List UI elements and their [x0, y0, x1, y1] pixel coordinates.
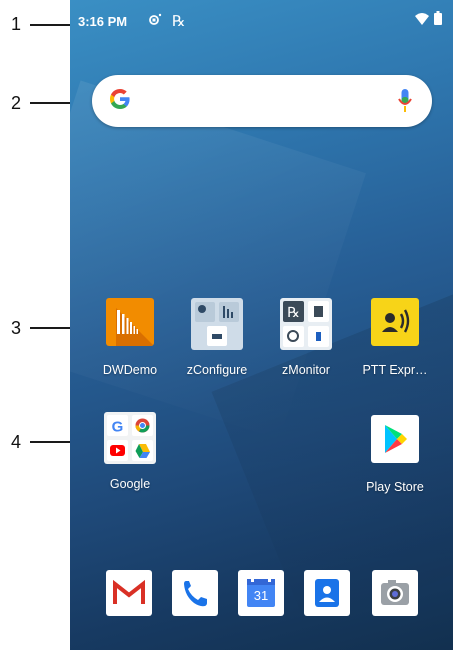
- app-ptt-express[interactable]: PTT Expr…: [355, 298, 435, 377]
- zconfigure-icon: [191, 298, 243, 350]
- svg-text:℞: ℞: [287, 305, 300, 321]
- gmail-icon[interactable]: [106, 570, 152, 616]
- nfc-icon: [148, 12, 162, 31]
- calendar-day: 31: [253, 588, 269, 603]
- app-label: DWDemo: [102, 363, 158, 377]
- battery-icon: [434, 11, 442, 28]
- callout-4: 4: [10, 432, 21, 452]
- status-time: 3:16 PM: [78, 14, 128, 29]
- home-screen: 3:16 PM ℞ DWDemo zConfigure ℞ zMonitor P…: [70, 0, 453, 650]
- callout-2: 2: [10, 93, 21, 113]
- dwdemo-icon: [106, 298, 154, 346]
- app-label: PTT Expr…: [362, 363, 428, 377]
- mic-icon[interactable]: [398, 88, 412, 119]
- app-label: Play Store: [366, 480, 424, 494]
- calendar-icon[interactable]: 31: [238, 570, 284, 616]
- callout-3: 3: [10, 318, 21, 338]
- zmonitor-icon: ℞: [280, 298, 332, 350]
- app-play-store[interactable]: Play Store: [355, 415, 435, 494]
- contacts-icon[interactable]: [304, 570, 350, 616]
- rx-icon: ℞: [172, 13, 186, 30]
- app-zmonitor[interactable]: ℞ zMonitor: [266, 298, 346, 377]
- play-store-icon: [371, 415, 419, 463]
- google-search-bar[interactable]: [92, 75, 432, 127]
- app-label: zConfigure: [186, 363, 248, 377]
- ptt-express-icon: [371, 298, 419, 346]
- app-label: Google: [109, 477, 151, 491]
- app-google-folder[interactable]: G Google: [90, 412, 170, 491]
- callout-1: 1: [10, 14, 21, 34]
- app-dwdemo[interactable]: DWDemo: [90, 298, 170, 377]
- google-folder-icon: G: [104, 412, 156, 464]
- app-label: zMonitor: [282, 363, 330, 377]
- phone-icon[interactable]: [172, 570, 218, 616]
- wifi-icon: [414, 12, 430, 29]
- google-logo: [108, 87, 132, 116]
- camera-icon[interactable]: [372, 570, 418, 616]
- svg-text:G: G: [112, 419, 124, 436]
- app-zconfigure[interactable]: zConfigure: [177, 298, 257, 377]
- status-bar: 3:16 PM ℞: [70, 0, 453, 32]
